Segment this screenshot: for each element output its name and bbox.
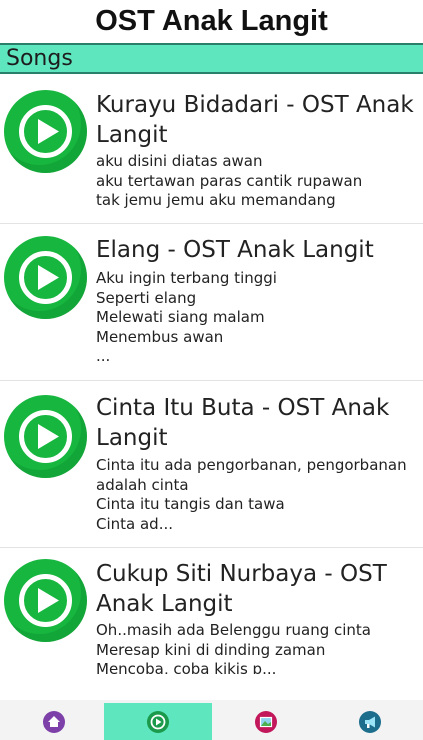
play-button[interactable] [4,90,87,173]
song-lyrics: Cinta itu ada pengorbanan, pengorbanan a… [96,456,407,533]
song-title: Cinta Itu Buta - OST Anak Langit [96,395,390,451]
section-header: Songs [0,43,423,74]
play-icon [147,710,169,733]
nav-home[interactable] [0,703,108,740]
play-icon [19,574,72,627]
play-icon [19,410,72,463]
song-item[interactable]: Elang - OST Anak Langit Aku ingin terban… [0,225,423,381]
song-list[interactable]: Kurayu Bidadari - OST Anak Langit aku di… [0,74,423,674]
song-item[interactable]: Cinta Itu Buta - OST Anak Langit Cinta i… [0,382,423,548]
song-lyrics: aku disini diatas awan aku tertawan para… [96,152,363,209]
song-item[interactable]: Kurayu Bidadari - OST Anak Langit aku di… [0,74,423,224]
nav-gallery[interactable] [212,703,320,740]
app-title: OST Anak Langit [95,5,328,37]
play-icon [19,251,72,304]
nav-share[interactable] [316,703,423,740]
play-icon [19,105,72,158]
nav-songs[interactable] [104,703,212,740]
play-button[interactable] [4,395,87,478]
song-title: Kurayu Bidadari - OST Anak Langit [96,92,414,148]
home-icon [43,710,65,733]
play-button[interactable] [4,236,87,319]
song-title: Cukup Siti Nurbaya - OST Anak Langit [96,561,387,617]
song-lyrics: Oh..masih ada Belenggu ruang cinta Meres… [96,621,371,674]
image-icon [255,710,277,733]
song-item[interactable]: Cukup Siti Nurbaya - OST Anak Langit Oh.… [0,549,423,674]
song-lyrics: Aku ingin terbang tinggi Seperti elang M… [96,269,277,365]
bottom-nav [0,700,423,740]
megaphone-icon [359,710,381,733]
song-title: Elang - OST Anak Langit [96,237,374,263]
play-button[interactable] [4,559,87,642]
